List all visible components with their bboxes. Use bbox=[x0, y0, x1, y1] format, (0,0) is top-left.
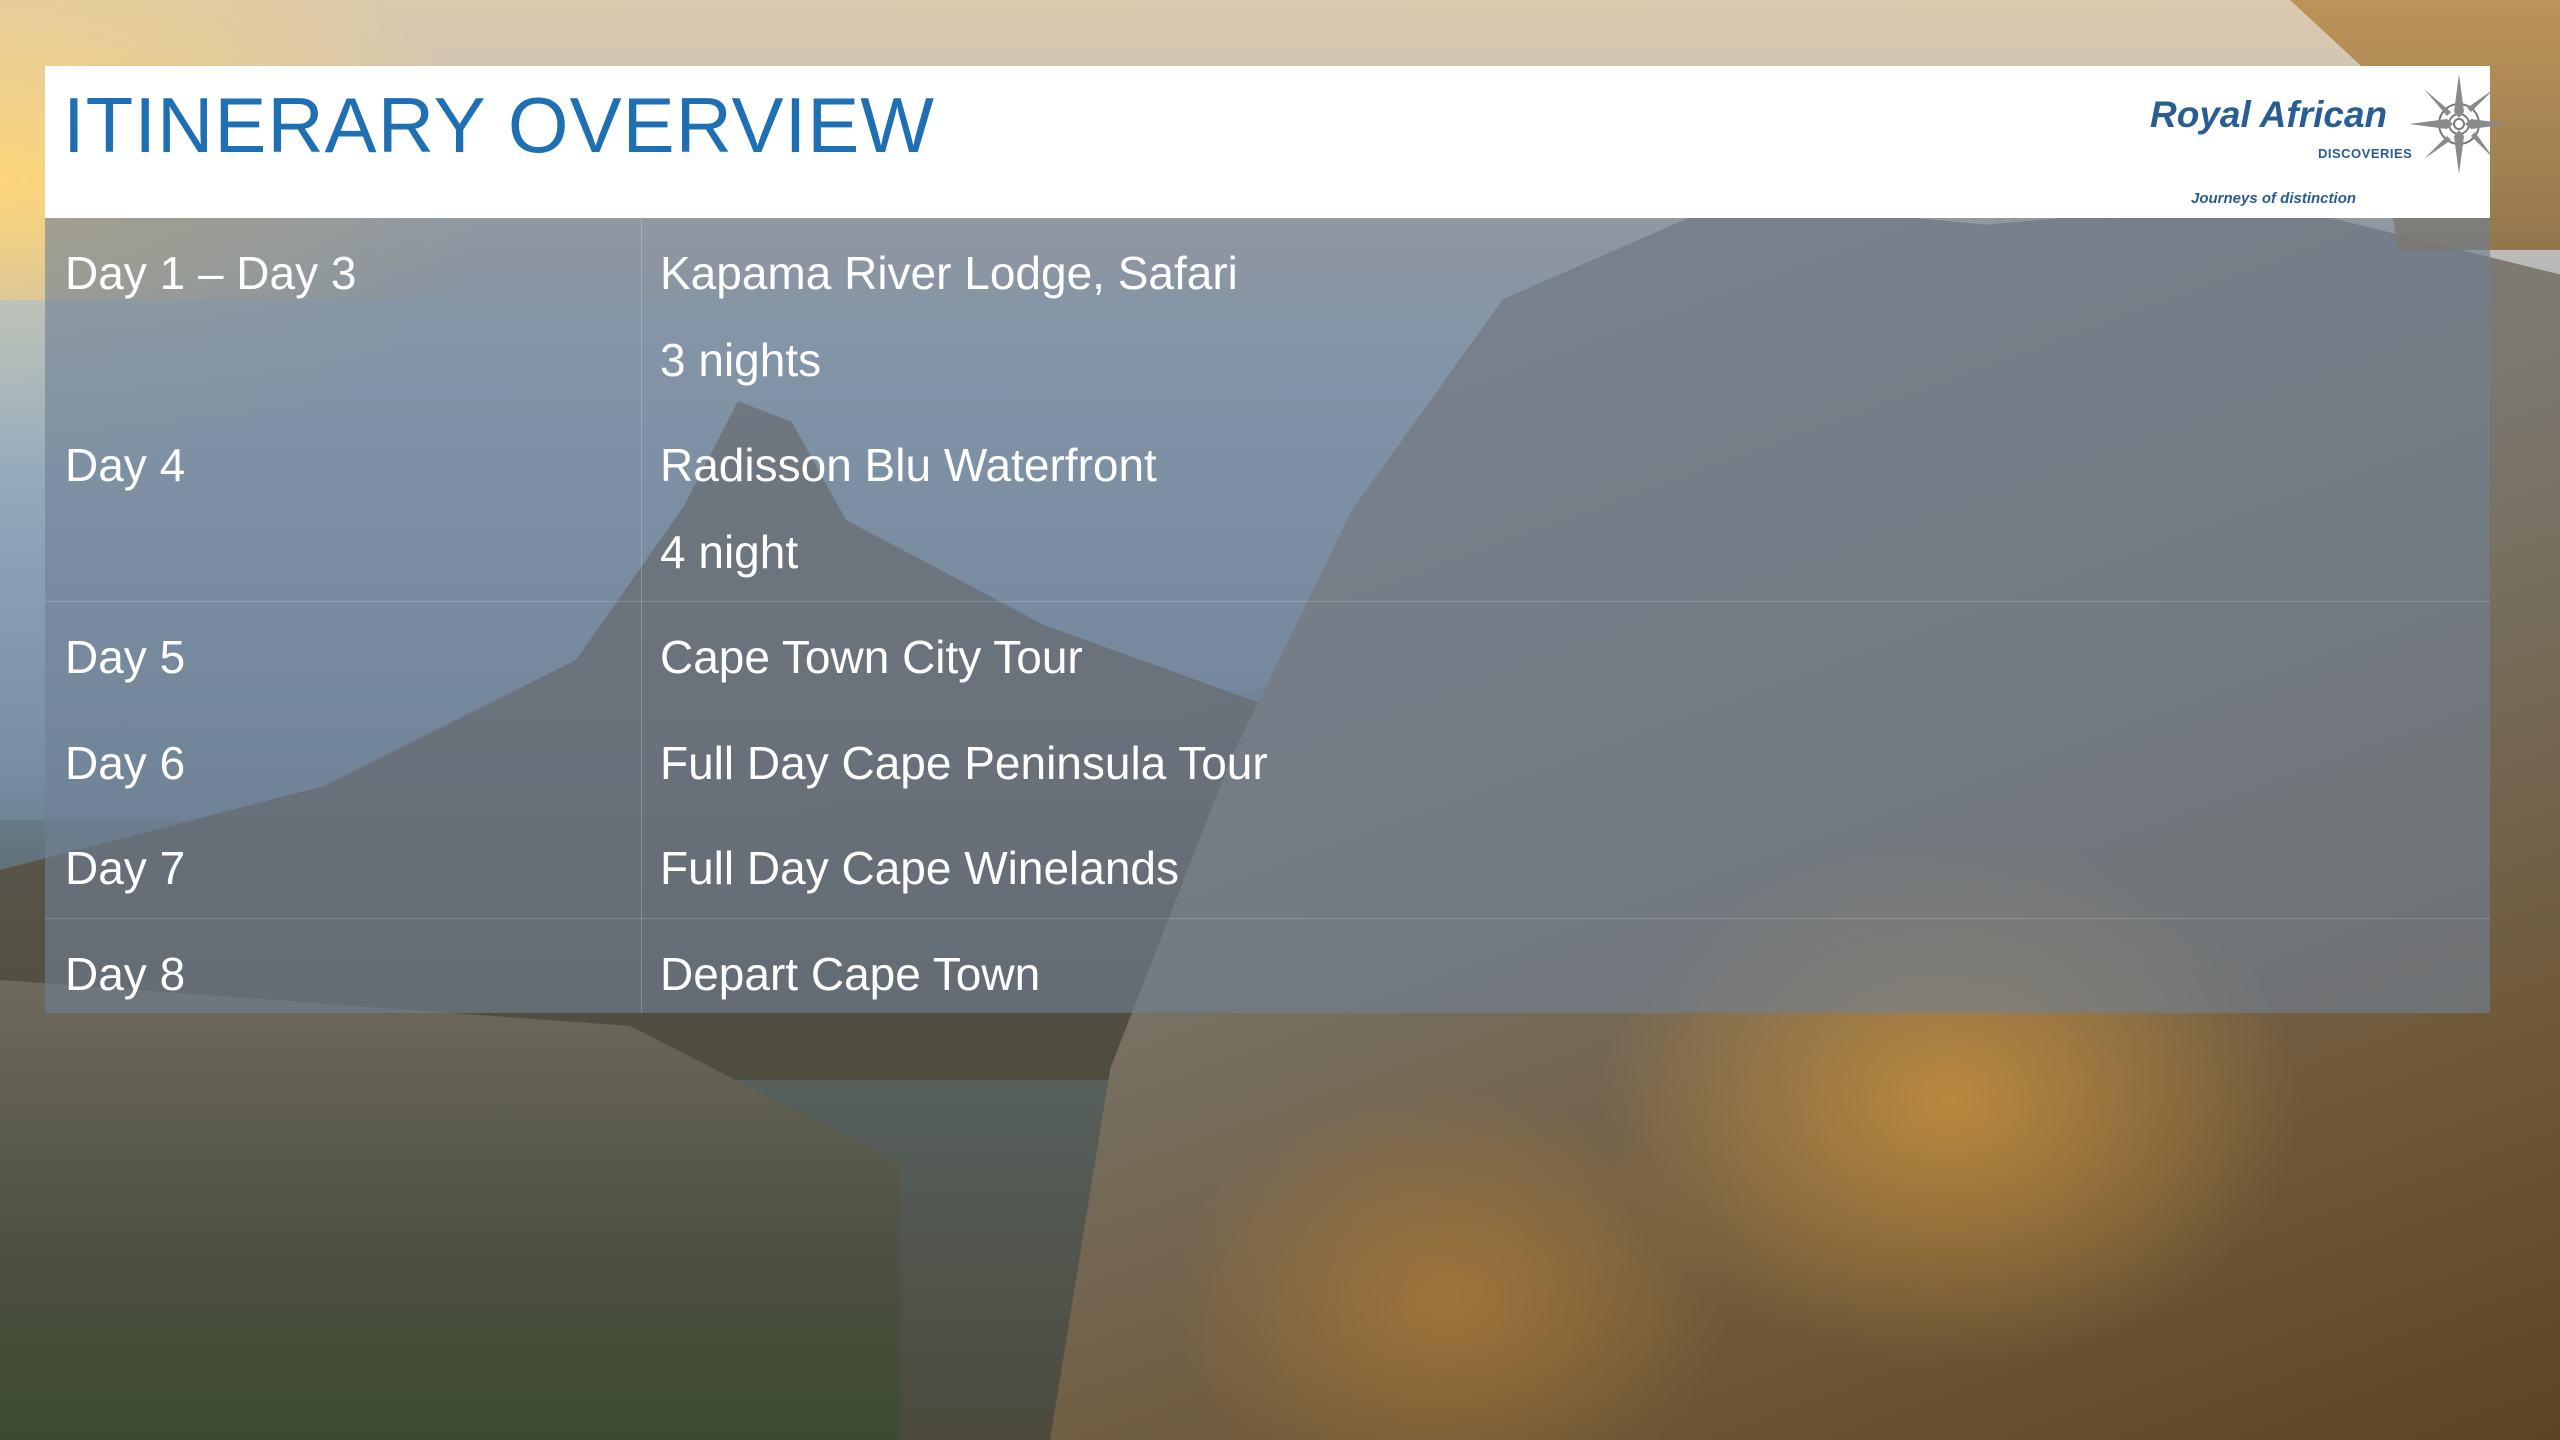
itinerary-description: Cape Town City Tour bbox=[660, 631, 1083, 683]
column-divider bbox=[641, 218, 642, 1013]
itinerary-table: Day 1 – Day 3 Kapama River Lodge, Safari… bbox=[45, 218, 2490, 1013]
itinerary-detail: 4 night bbox=[660, 526, 799, 578]
itinerary-description: Kapama River Lodge, Safari bbox=[660, 247, 1238, 299]
itinerary-day: Day 1 – Day 3 bbox=[65, 247, 357, 299]
logo-tagline: Journeys of distinction bbox=[2191, 190, 2357, 207]
itinerary-description: Full Day Cape Peninsula Tour bbox=[660, 737, 1268, 789]
itinerary-description: Depart Cape Town bbox=[660, 948, 1041, 1000]
page-title: ITINERARY OVERVIEW bbox=[63, 81, 935, 169]
itinerary-day: Day 5 bbox=[65, 631, 186, 683]
company-logo: Royal African DISCOVERIES Journeys of di… bbox=[2090, 66, 2509, 218]
itinerary-day: Day 4 bbox=[65, 439, 186, 491]
compass-rose-icon bbox=[2409, 74, 2509, 174]
logo-name: Royal African bbox=[2150, 94, 2388, 135]
row-divider bbox=[45, 918, 2490, 919]
itinerary-day: Day 8 bbox=[65, 948, 186, 1000]
itinerary-day: Day 6 bbox=[65, 737, 186, 789]
row-divider bbox=[45, 601, 2490, 602]
header-bar: ITINERARY OVERVIEW Royal African DISCOVE… bbox=[45, 66, 2509, 218]
itinerary-description: Radisson Blu Waterfront bbox=[660, 439, 1157, 491]
itinerary-day: Day 7 bbox=[65, 842, 186, 894]
logo-subtitle: DISCOVERIES bbox=[2318, 146, 2413, 161]
itinerary-description: Full Day Cape Winelands bbox=[660, 842, 1180, 894]
itinerary-detail: 3 nights bbox=[660, 334, 822, 386]
